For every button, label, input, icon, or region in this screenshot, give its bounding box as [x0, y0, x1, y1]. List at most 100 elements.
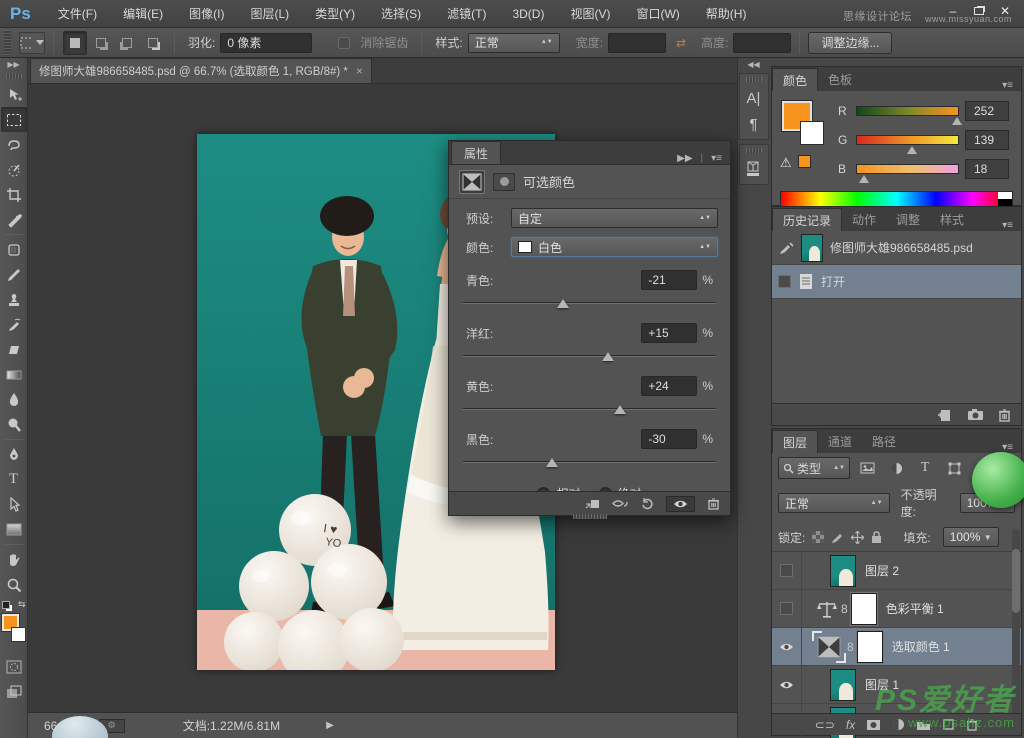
color-panel-background-swatch[interactable]: [800, 121, 824, 145]
pen-tool[interactable]: [1, 442, 27, 467]
subtract-selection-button[interactable]: [115, 31, 139, 55]
active-tool-preset[interactable]: [19, 32, 45, 54]
panel-menu-icon[interactable]: ▾≡: [711, 153, 722, 164]
new-selection-button[interactable]: [63, 31, 87, 55]
rectangle-tool[interactable]: [1, 517, 27, 542]
gamut-warning-icon[interactable]: ⚠: [780, 155, 792, 171]
channel-r-value[interactable]: 252: [965, 101, 1009, 121]
expand-panels-icon[interactable]: ◀◀: [747, 60, 759, 69]
lock-pixels-icon[interactable]: [831, 531, 844, 544]
menu-layer[interactable]: 图层(L): [237, 0, 302, 28]
tab-channels[interactable]: 通道: [818, 430, 862, 453]
tab-color[interactable]: 颜色: [772, 68, 818, 91]
filter-pixel-layers-button[interactable]: [855, 457, 879, 479]
menu-edit[interactable]: 编辑(E): [110, 0, 176, 28]
minimize-button[interactable]: –: [940, 2, 966, 20]
clip-to-layer-icon[interactable]: [585, 498, 600, 510]
channel-g-thumb[interactable]: [907, 146, 917, 154]
preset-dropdown[interactable]: 自定▲▼: [511, 208, 718, 228]
refine-edge-button[interactable]: 调整边缘...: [808, 32, 892, 54]
menu-3d[interactable]: 3D(D): [499, 0, 557, 28]
width-input[interactable]: [608, 33, 666, 53]
zoom-tool[interactable]: [1, 572, 27, 597]
tab-history[interactable]: 历史记录: [772, 208, 842, 231]
intersect-selection-button[interactable]: [141, 31, 165, 55]
tab-swatches[interactable]: 色板: [818, 68, 862, 91]
fill-dropdown[interactable]: 100%▼: [943, 527, 999, 547]
channel-b-thumb[interactable]: [859, 175, 869, 183]
quick-selection-tool[interactable]: [1, 157, 27, 182]
visibility-eye-icon[interactable]: [666, 496, 695, 512]
color-spectrum-ramp[interactable]: [780, 191, 1013, 207]
eraser-tool[interactable]: [1, 337, 27, 362]
options-grip[interactable]: [4, 30, 11, 56]
antialias-checkbox[interactable]: [338, 37, 350, 49]
yellow-slider-thumb[interactable]: [614, 405, 626, 414]
new-layer-icon[interactable]: [942, 718, 955, 731]
height-input[interactable]: [733, 33, 791, 53]
lock-transparency-icon[interactable]: [812, 531, 824, 543]
tab-styles[interactable]: 样式: [930, 208, 974, 231]
black-slider-thumb[interactable]: [546, 458, 558, 467]
brush-tool[interactable]: [1, 262, 27, 287]
black-value[interactable]: -30: [641, 429, 697, 449]
path-selection-tool[interactable]: [1, 492, 27, 517]
target-color-dropdown[interactable]: 白色 ▲▼: [511, 237, 718, 257]
healing-brush-tool[interactable]: [1, 237, 27, 262]
blend-mode-dropdown[interactable]: 正常▲▼: [778, 493, 890, 513]
history-step-open[interactable]: 打开: [772, 265, 1021, 299]
reset-icon[interactable]: [641, 498, 654, 510]
style-dropdown[interactable]: 正常▲▼: [468, 33, 560, 53]
delete-adjustment-icon[interactable]: [707, 497, 720, 510]
scrollbar-thumb[interactable]: [1012, 549, 1020, 613]
lasso-tool[interactable]: [1, 132, 27, 157]
document-tab[interactable]: 修图师大雄986658485.psd @ 66.7% (选取颜色 1, RGB/…: [30, 58, 372, 83]
menu-help[interactable]: 帮助(H): [693, 0, 760, 28]
chat-bubble-overlay[interactable]: [972, 452, 1024, 508]
tab-properties[interactable]: 属性: [451, 141, 501, 164]
yellow-slider[interactable]: [463, 402, 716, 416]
filter-shape-layers-button[interactable]: [942, 457, 966, 479]
channel-b-slider[interactable]: [856, 164, 959, 174]
gradient-tool[interactable]: [1, 362, 27, 387]
type-tool[interactable]: T: [1, 467, 27, 492]
magenta-slider[interactable]: [463, 349, 716, 363]
layer-mask-thumbnail[interactable]: [857, 631, 883, 663]
cyan-value[interactable]: -21: [641, 270, 697, 290]
clone-stamp-tool[interactable]: [1, 287, 27, 312]
quick-mask-button[interactable]: [1, 654, 27, 679]
lock-all-icon[interactable]: [871, 531, 882, 544]
cyan-slider[interactable]: [463, 296, 716, 310]
new-document-from-state-icon[interactable]: [937, 408, 953, 422]
3d-panel-icon[interactable]: [741, 156, 767, 182]
layer-filter-dropdown[interactable]: 类型 ▲▼: [778, 457, 850, 479]
add-layer-mask-icon[interactable]: [866, 719, 881, 731]
paragraph-panel-icon[interactable]: ¶: [741, 111, 767, 137]
clip-to-layer-badge[interactable]: [493, 173, 515, 191]
tab-close-icon[interactable]: ×: [356, 64, 363, 78]
menu-view[interactable]: 视图(V): [557, 0, 623, 28]
move-tool[interactable]: [1, 82, 27, 107]
menu-filter[interactable]: 滤镜(T): [434, 0, 499, 28]
new-group-icon[interactable]: [916, 719, 931, 731]
menu-type[interactable]: 类型(Y): [302, 0, 368, 28]
menu-window[interactable]: 窗口(W): [623, 0, 692, 28]
layer-row-1[interactable]: 图层 1: [772, 666, 1021, 704]
black-slider[interactable]: [463, 455, 716, 469]
panel-menu-icon[interactable]: ▾≡: [1002, 220, 1013, 231]
menu-image[interactable]: 图像(I): [176, 0, 237, 28]
spectrum-bw-corner[interactable]: [998, 192, 1012, 206]
link-layers-icon[interactable]: ⊂⊃: [815, 718, 835, 732]
default-colors-icon[interactable]: [2, 601, 10, 609]
visibility-toggle[interactable]: [772, 552, 802, 589]
eyedropper-tool[interactable]: [1, 207, 27, 232]
channel-b-value[interactable]: 18: [965, 159, 1009, 179]
channel-r-slider[interactable]: [856, 106, 959, 116]
filter-adjustment-layers-button[interactable]: [884, 457, 908, 479]
layer-row-selective-color[interactable]: 8 选取颜色 1: [772, 628, 1021, 666]
mask-link-icon[interactable]: 8: [847, 640, 854, 654]
hand-tool[interactable]: [1, 547, 27, 572]
tab-adjustments[interactable]: 调整: [886, 208, 930, 231]
gamut-color-swatch[interactable]: [798, 155, 811, 168]
layers-scrollbar[interactable]: [1012, 529, 1020, 719]
